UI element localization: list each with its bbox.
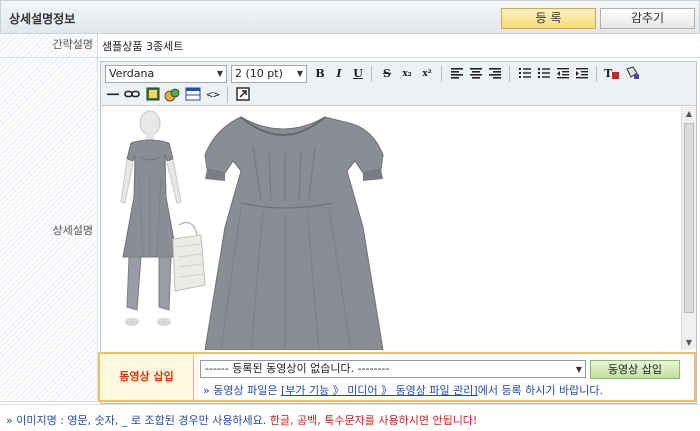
chevron-down-icon: ▼: [296, 69, 303, 78]
horizontal-rule-icon[interactable]: [105, 87, 121, 103]
fullscreen-icon[interactable]: [235, 87, 251, 103]
row-divider: [98, 57, 700, 58]
font-family-select[interactable]: Verdana ▼: [105, 65, 227, 83]
register-button[interactable]: 등 록: [501, 8, 596, 29]
scroll-thumb[interactable]: [684, 123, 694, 313]
image-name-note: » 이미지명 : 영문, 숫자, _ 로 조합된 경우만 사용하세요. 한글, …: [6, 412, 477, 428]
editor-toolbar: Verdana ▼ 2 (10 pt) ▼ B I U S x₂ x² T <>: [101, 62, 696, 106]
unordered-list-icon[interactable]: [536, 66, 552, 82]
dress-image: [204, 116, 384, 350]
toolbar-separator: [371, 66, 372, 82]
outdent-icon[interactable]: [555, 66, 571, 82]
font-family-value: Verdana: [109, 67, 155, 80]
footer: » 이미지명 : 영문, 숫자, _ 로 조합된 경우만 사용하세요. 한글, …: [0, 404, 700, 431]
video-manage-link[interactable]: [부가 기능 》 미디어 》 동영상 파일 관리]: [281, 384, 478, 397]
video-insert-panel: 동영상 삽입 ------ 등록된 동영상이 없습니다. -------- ▼ …: [98, 352, 696, 402]
detail-description-label-cell: 상세설명: [0, 58, 98, 402]
toolbar-separator: [509, 66, 510, 82]
toolbar-separator: [441, 66, 442, 82]
align-left-icon[interactable]: [449, 66, 465, 82]
text-color-icon[interactable]: T: [604, 66, 620, 82]
media-icon[interactable]: [164, 87, 180, 103]
chevron-down-icon: ▼: [575, 365, 582, 374]
underline-button[interactable]: U: [350, 66, 366, 82]
font-size-select[interactable]: 2 (10 pt) ▼: [231, 65, 307, 83]
toolbar-separator: [227, 87, 228, 103]
toolbar-separator: [596, 66, 597, 82]
short-description-value[interactable]: 샘플상품 3종세트: [102, 38, 183, 54]
font-size-value: 2 (10 pt): [235, 67, 283, 80]
align-right-icon[interactable]: [487, 66, 503, 82]
video-select-value: ------ 등록된 동영상이 없습니다. --------: [205, 362, 390, 375]
section-header: 상세설명정보 등 록 감추기: [0, 0, 700, 34]
subscript-button[interactable]: x₂: [399, 66, 415, 82]
image-icon[interactable]: [145, 87, 161, 103]
scroll-up-icon[interactable]: ▲: [682, 107, 696, 121]
indent-icon[interactable]: [574, 66, 590, 82]
html-source-icon[interactable]: <>: [205, 87, 221, 103]
scroll-down-icon[interactable]: ▼: [682, 336, 696, 350]
video-insert-label: 동영상 삽입: [100, 354, 194, 400]
svg-text:T: T: [604, 67, 613, 80]
editor-content-area[interactable]: [101, 107, 681, 350]
video-note: » 동영상 파일은 [부가 기능 》 미디어 》 동영상 파일 관리]에서 등록…: [203, 382, 603, 398]
strikethrough-button[interactable]: S: [379, 66, 395, 82]
mannequin-image: [120, 110, 206, 326]
video-note-suffix: 에서 등록 하시기 바랍니다.: [477, 384, 604, 397]
align-center-icon[interactable]: [468, 66, 484, 82]
bold-button[interactable]: B: [312, 66, 328, 82]
table-icon[interactable]: [185, 87, 201, 103]
video-insert-button[interactable]: 동영상 삽입: [590, 360, 680, 379]
ordered-list-icon[interactable]: [517, 66, 533, 82]
short-description-label: 간략설명: [0, 34, 98, 58]
image-name-warning: 한글, 공백, 특수문자를 사용하시면 안됩니다!: [266, 414, 478, 427]
section-title: 상세설명정보: [9, 12, 76, 26]
video-note-prefix: » 동영상 파일은: [203, 384, 281, 397]
hide-button[interactable]: 감추기: [600, 8, 695, 29]
product-image: [120, 110, 384, 350]
chevron-down-icon: ▼: [216, 69, 223, 78]
superscript-button[interactable]: x²: [419, 66, 435, 82]
background-color-icon[interactable]: [624, 66, 640, 82]
image-name-rule: » 이미지명 : 영문, 숫자, _ 로 조합된 경우만 사용하세요.: [6, 414, 267, 427]
link-icon[interactable]: [124, 87, 140, 103]
italic-button[interactable]: I: [331, 66, 347, 82]
editor-scrollbar[interactable]: ▲ ▼: [681, 107, 696, 350]
detail-description-label: 상세설명: [52, 224, 93, 237]
video-select[interactable]: ------ 등록된 동영상이 없습니다. -------- ▼: [200, 360, 586, 378]
